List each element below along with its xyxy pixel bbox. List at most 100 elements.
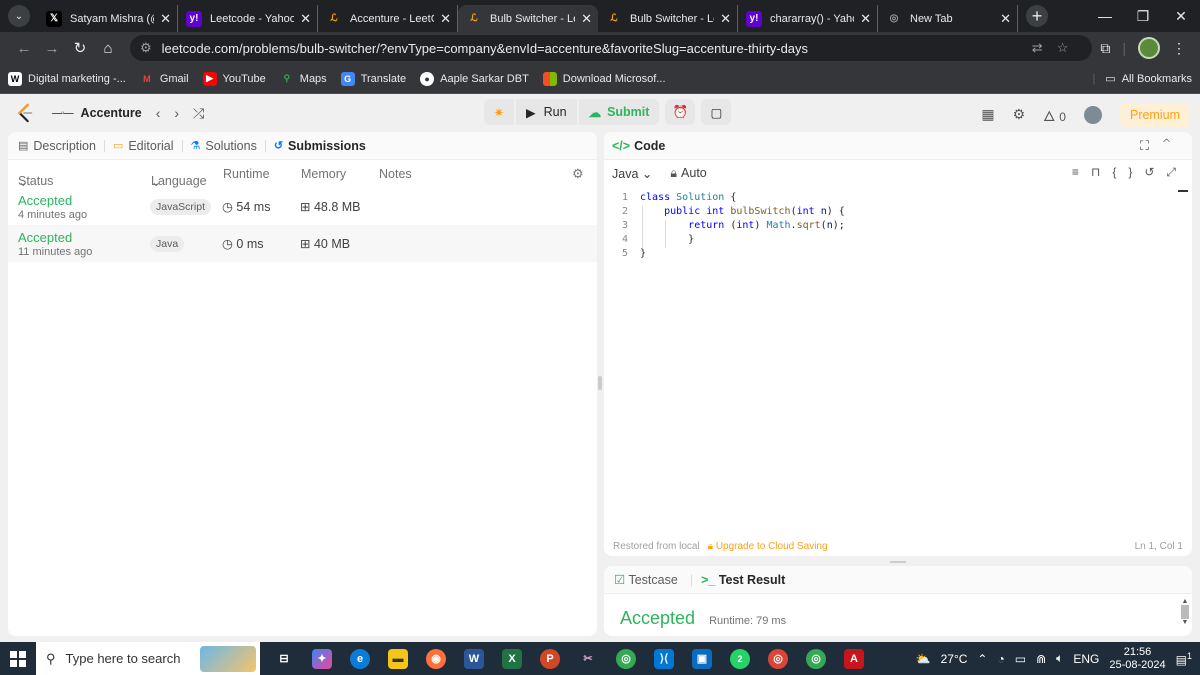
close-icon[interactable]: ✕	[860, 11, 871, 27]
panel-resize-handle[interactable]	[890, 561, 906, 563]
bookmark-item[interactable]: ⚲ Maps	[280, 72, 326, 86]
chrome-profile-icon[interactable]: ◎	[768, 648, 788, 669]
collapse-icon[interactable]: ⌃	[1163, 138, 1184, 153]
url-input[interactable]: ⚙ leetcode.com/problems/bulb-switcher/?e…	[130, 35, 1093, 61]
bookmark-item[interactable]: ▶ YouTube	[202, 71, 266, 86]
new-tab-button[interactable]: +	[1026, 5, 1048, 27]
braces-icon[interactable]: {}	[1112, 165, 1144, 179]
whatsapp-icon[interactable]: 2	[730, 648, 750, 669]
notes-button[interactable]: ▢	[701, 99, 732, 125]
menu-icon[interactable]: ⋮	[1172, 40, 1186, 57]
leetcode-logo-icon[interactable]	[16, 103, 34, 123]
problem-list-button[interactable]: —◦— Accenture	[52, 106, 142, 120]
weather-icon[interactable]: ⛅	[916, 652, 931, 666]
tab-description[interactable]: ▤ Description	[18, 139, 96, 153]
excel-icon[interactable]: X	[502, 648, 522, 669]
volume-icon[interactable]: 🔈︎	[1056, 651, 1063, 666]
submit-button[interactable]: ☁ Submit	[578, 99, 660, 125]
tab-editorial[interactable]: ▭ Editorial	[113, 139, 174, 153]
status-text[interactable]: Accepted	[18, 230, 72, 245]
site-info-icon[interactable]: ⚙	[140, 40, 152, 56]
reset-icon[interactable]: ↺	[1144, 165, 1166, 179]
snipping-tool-icon[interactable]: ✂	[578, 649, 598, 669]
minimize-icon[interactable]: —	[1086, 0, 1124, 32]
close-icon[interactable]: ✕	[440, 11, 451, 27]
run-button[interactable]: ▶ Run	[516, 99, 577, 125]
tab-submissions[interactable]: ↺ Submissions	[274, 139, 366, 153]
upgrade-link[interactable]: 🔒︎ Upgrade to Cloud Saving	[708, 541, 828, 552]
acrobat-icon[interactable]: A	[844, 648, 864, 669]
reload-icon[interactable]: ↻	[66, 39, 94, 57]
bookmark-item[interactable]: W Digital marketing -...	[8, 71, 126, 86]
premium-button[interactable]: Premium	[1119, 102, 1190, 127]
taskbar-search-input[interactable]: ⚲ Type here to search	[36, 642, 260, 675]
next-problem-icon[interactable]: ›	[174, 105, 179, 121]
timer-button[interactable]: ⏰	[665, 99, 696, 125]
edge-icon[interactable]: e	[350, 648, 370, 669]
scrollbar[interactable]: ▲ ▼	[1180, 598, 1190, 634]
wifi-icon[interactable]: ⋒	[1036, 652, 1046, 666]
battery-icon[interactable]: ▭	[1015, 652, 1026, 666]
language-indicator[interactable]: ENG	[1073, 652, 1099, 666]
translate-icon[interactable]: ⇄	[1032, 40, 1057, 55]
streak-counter[interactable]: 🜂 0	[1043, 100, 1066, 129]
task-view-icon[interactable]: ⊟	[274, 649, 294, 669]
language-select[interactable]: Java ⌄	[612, 166, 652, 181]
bookmark-star-icon[interactable]: ☆	[1057, 40, 1083, 55]
forward-icon[interactable]: →	[38, 40, 66, 57]
maximize-icon[interactable]: ⛶	[1140, 138, 1163, 153]
windows-start-icon[interactable]	[0, 650, 36, 667]
expand-icon[interactable]: ⤢	[1166, 165, 1188, 179]
tab-search-icon[interactable]: ⌄	[8, 5, 30, 27]
browser-tab[interactable]: ◎ New Tab ✕	[878, 5, 1018, 32]
file-explorer-icon[interactable]: ▬	[388, 648, 408, 669]
bookmark-item[interactable]: ● Aaple Sarkar DBT	[420, 71, 529, 86]
status-text[interactable]: Accepted	[18, 193, 72, 208]
auto-mode-label[interactable]: Auto	[681, 166, 707, 180]
extensions-icon[interactable]: ⧉	[1100, 40, 1110, 57]
code-editor[interactable]: 1 class Solution { 2 public int bulbSwitc…	[604, 192, 1192, 262]
chrome-icon[interactable]: ◎	[616, 648, 636, 669]
close-icon[interactable]: ✕	[1000, 11, 1011, 27]
vscode-icon[interactable]: ⟩⟨	[654, 648, 674, 669]
bookmark-item[interactable]: G Translate	[340, 71, 406, 86]
firefox-icon[interactable]: ◉	[426, 648, 446, 669]
table-row[interactable]: Accepted 11 minutes ago Java ◷ 0 ms ⊞ 40…	[8, 225, 597, 262]
tab-solutions[interactable]: ⚗ Solutions	[191, 139, 257, 153]
table-row[interactable]: Accepted 4 minutes ago JavaScript ◷ 54 m…	[8, 188, 597, 225]
chrome-icon[interactable]: ◎	[806, 648, 826, 669]
home-icon[interactable]: ⌂	[94, 40, 122, 57]
tab-test-result[interactable]: >_ Test Result	[701, 573, 785, 587]
prev-problem-icon[interactable]: ‹	[156, 105, 161, 121]
store-icon[interactable]: ▣	[692, 648, 712, 669]
close-icon[interactable]: ✕	[300, 11, 311, 27]
format-icon[interactable]: ≡	[1072, 165, 1091, 179]
bookmark-icon[interactable]: ⊓	[1091, 165, 1112, 179]
copilot-icon[interactable]: ✦	[312, 648, 332, 669]
browser-tab[interactable]: 𝕏 Satyam Mishra (@its ✕	[38, 5, 178, 32]
powerpoint-icon[interactable]: P	[540, 648, 560, 669]
tab-testcase[interactable]: ☑ Testcase	[614, 572, 678, 587]
gear-icon[interactable]: ⚙	[572, 166, 584, 182]
restore-icon[interactable]: ❐	[1124, 0, 1162, 32]
browser-tab[interactable]: ℒ Accenture - LeetCode ✕	[318, 5, 458, 32]
close-window-icon[interactable]: ✕	[1162, 0, 1200, 32]
browser-tab-active[interactable]: ℒ Bulb Switcher - LeetC ✕	[458, 5, 598, 32]
shuffle-icon[interactable]: ⤮	[193, 105, 204, 122]
network-icon[interactable]: ◔	[997, 652, 1004, 666]
browser-tab[interactable]: y! chararray() - Yahoo In ✕	[738, 5, 878, 32]
browser-tab[interactable]: y! Leetcode - Yahoo Ind ✕	[178, 5, 318, 32]
browser-tab[interactable]: ℒ Bulb Switcher - LeetC ✕	[598, 5, 738, 32]
back-icon[interactable]: ←	[10, 40, 38, 57]
debugger-button[interactable]: ✷	[484, 99, 514, 125]
bookmark-item[interactable]: M Gmail	[140, 72, 188, 86]
user-avatar[interactable]	[1083, 105, 1102, 124]
close-icon[interactable]: ✕	[581, 11, 592, 27]
settings-icon[interactable]: ⚙	[1013, 106, 1026, 123]
notification-icon[interactable]: ▤1	[1176, 651, 1192, 667]
profile-avatar[interactable]	[1138, 37, 1160, 59]
bookmark-item[interactable]: Download Microsof...	[542, 71, 666, 86]
panel-resize-handle[interactable]	[598, 376, 602, 390]
clock[interactable]: 21:56 25-08-2024	[1109, 646, 1165, 672]
all-bookmarks[interactable]: | ▭ All Bookmarks	[1092, 72, 1192, 86]
